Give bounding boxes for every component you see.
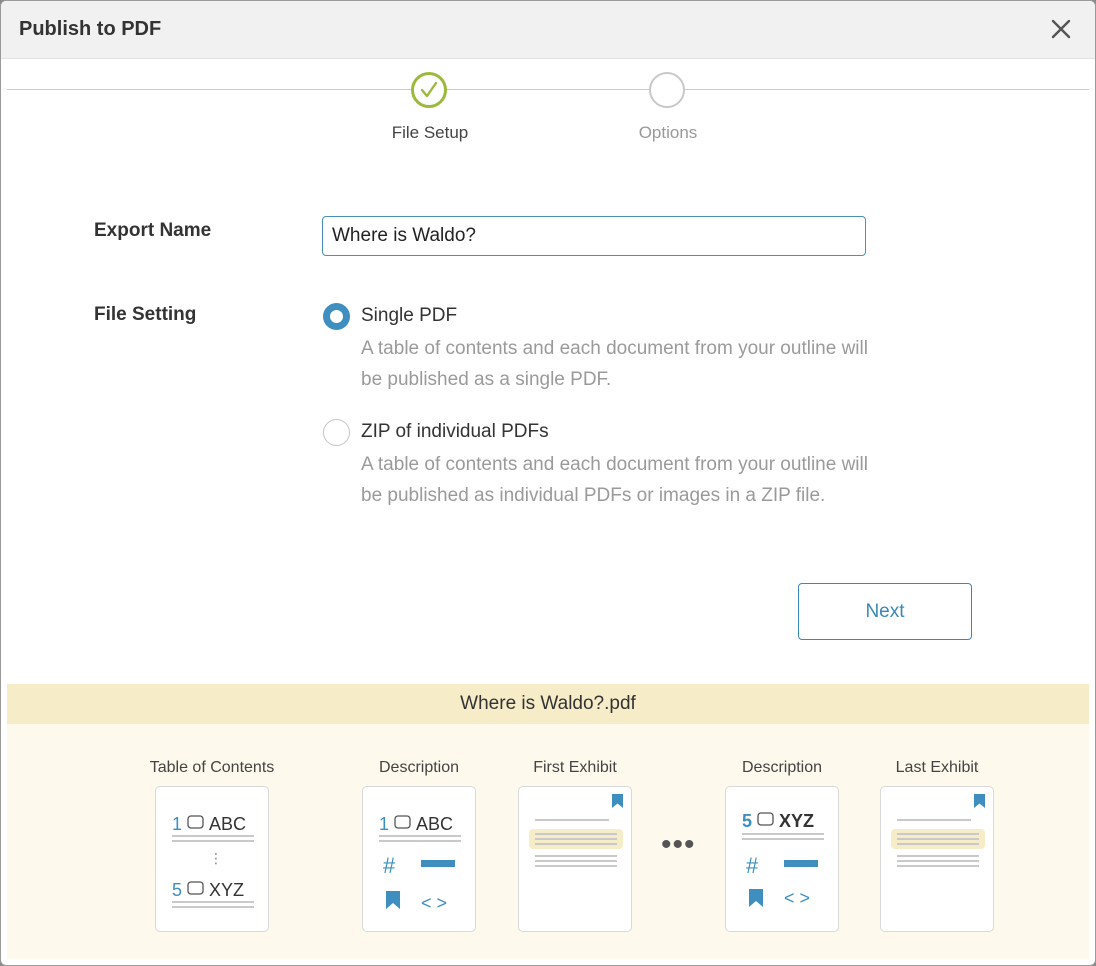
preview-filename: Where is Waldo?.pdf bbox=[7, 684, 1089, 724]
card-label-first-exhibit: First Exhibit bbox=[533, 759, 617, 776]
toc-line1-text: ABC bbox=[209, 814, 246, 834]
step-file-setup-circle bbox=[411, 72, 447, 108]
description-card-2: 5 XYZ # < > bbox=[725, 786, 839, 932]
toc-line1-num: 1 bbox=[172, 814, 182, 834]
desc1-num: 1 bbox=[379, 814, 389, 834]
bookmark-icon bbox=[386, 891, 400, 909]
card-label-last-exhibit: Last Exhibit bbox=[895, 759, 979, 776]
dash-icon bbox=[784, 860, 818, 867]
card-label-toc: Table of Contents bbox=[149, 759, 275, 776]
bookmark-icon bbox=[612, 794, 623, 808]
step-options-circle bbox=[649, 72, 685, 108]
code-icon: < > bbox=[421, 893, 447, 913]
hash-icon: # bbox=[383, 853, 396, 878]
step-label-options: Options bbox=[638, 123, 698, 142]
desc2-text: XYZ bbox=[779, 811, 814, 831]
toc-card: 1 ABC ⋮ 5 XYZ bbox=[155, 786, 269, 932]
zip-pdfs-title: ZIP of individual PDFs bbox=[361, 421, 549, 442]
doc-box-icon bbox=[394, 815, 411, 829]
bookmark-icon bbox=[749, 889, 763, 907]
description-card-1: 1 ABC # < > bbox=[362, 786, 476, 932]
close-button[interactable] bbox=[1047, 15, 1075, 43]
doc-box-icon bbox=[187, 881, 204, 895]
desc1-text: ABC bbox=[416, 814, 453, 834]
dialog-title: Publish to PDF bbox=[19, 18, 162, 40]
single-pdf-description: A table of contents and each document fr… bbox=[361, 338, 868, 390]
single-pdf-title: Single PDF bbox=[361, 305, 458, 326]
single-pdf-radio[interactable] bbox=[323, 303, 350, 330]
bookmark-icon bbox=[974, 794, 985, 808]
export-name-label: Export Name bbox=[94, 220, 212, 241]
card-label-description-1: Description bbox=[378, 759, 460, 776]
more-ellipsis: ••• bbox=[661, 828, 696, 861]
stepper-line bbox=[7, 89, 1089, 90]
publish-dialog: Publish to PDF File Setup Options Export… bbox=[0, 0, 1096, 966]
dialog-header: Publish to PDF bbox=[1, 1, 1095, 59]
zip-pdfs-description: A table of contents and each document fr… bbox=[361, 454, 868, 506]
file-setting-label: File Setting bbox=[94, 304, 197, 325]
doc-box-icon bbox=[187, 815, 204, 829]
toc-line2-num: 5 bbox=[172, 880, 182, 900]
desc2-num: 5 bbox=[742, 811, 752, 831]
zip-pdfs-radio[interactable] bbox=[323, 419, 350, 446]
toc-line2-text: XYZ bbox=[209, 880, 244, 900]
code-icon: < > bbox=[784, 888, 810, 908]
doc-box-icon bbox=[757, 812, 774, 826]
first-exhibit-card bbox=[518, 786, 632, 932]
hash-icon: # bbox=[746, 853, 759, 878]
last-exhibit-card bbox=[880, 786, 994, 932]
check-icon bbox=[420, 81, 438, 98]
toc-vdots: ⋮ bbox=[209, 851, 223, 867]
card-label-description-2: Description bbox=[741, 759, 823, 776]
close-icon bbox=[1051, 19, 1071, 39]
step-label-file-setup: File Setup bbox=[391, 123, 469, 142]
next-button[interactable]: Next bbox=[798, 583, 972, 640]
export-name-input[interactable] bbox=[322, 216, 866, 256]
dash-icon bbox=[421, 860, 455, 867]
